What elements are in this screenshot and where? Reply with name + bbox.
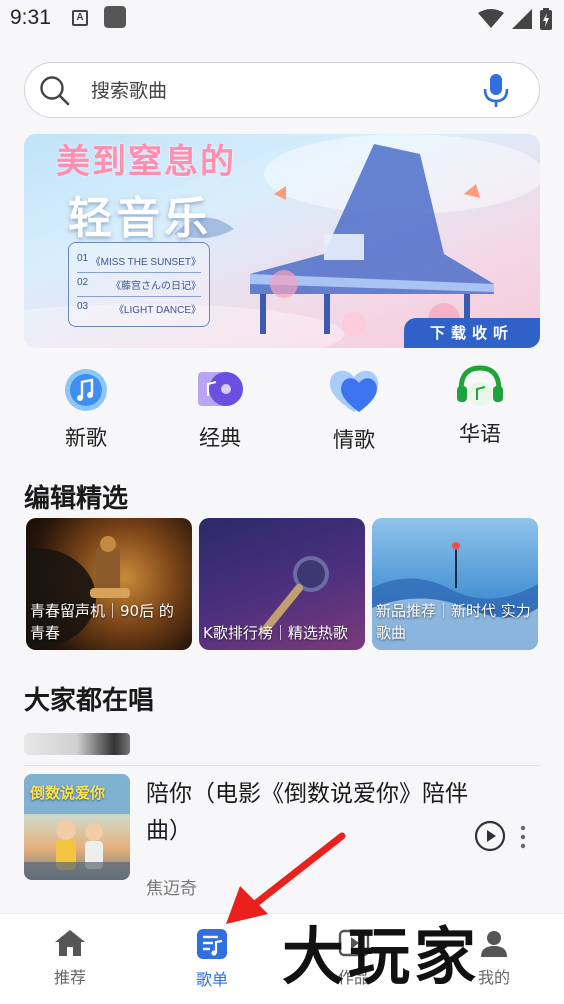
- search-input[interactable]: [91, 77, 451, 105]
- song-cover-text: 倒数说爱你: [30, 784, 106, 802]
- playlist-card[interactable]: 新品推荐｜新时代 实力歌曲: [372, 518, 538, 650]
- editor-picks-title: 编辑精选: [24, 484, 129, 514]
- editor-picks-list: 青春留声机｜90后 的青春 K歌排行榜｜精选热歌 新品推荐｜新时代 实力歌曲: [24, 518, 540, 652]
- nav-tab-recommend[interactable]: 推荐: [30, 928, 110, 988]
- battery-icon: [540, 8, 552, 30]
- banner-subtitle: 轻音乐: [68, 193, 212, 244]
- vinyl-icon: [198, 372, 243, 406]
- status-time: 9:31: [10, 6, 51, 29]
- song-cover: 倒数说爱你: [24, 774, 130, 880]
- banner-track-list: 01 《MISS THE SUNSET》 02 《藤宫さんの日记》 03 《LIGHT…: [68, 242, 210, 327]
- banner-title: 美到窒息的: [56, 142, 236, 182]
- status-bar: 9:31 A: [0, 0, 564, 40]
- category-classic[interactable]: 经典: [170, 366, 270, 452]
- everyone-singing-title: 大家都在唱: [24, 686, 155, 716]
- category-shortcuts: 新歌 经典 情歌 华语: [24, 365, 540, 456]
- keyboard-indicator-icon: A: [72, 10, 88, 26]
- microphone-icon[interactable]: [483, 74, 509, 108]
- nav-label: 歌单: [195, 970, 228, 989]
- category-label: 华语: [459, 422, 501, 446]
- category-love-songs[interactable]: 情歌: [304, 366, 404, 454]
- track-row: 02 《藤宫さんの日记》: [77, 273, 201, 297]
- track-row: 03 《LIGHT DANCE》: [77, 301, 201, 316]
- playlist-card-caption: 青春留声机｜90后 的青春: [30, 602, 174, 642]
- notification-icon: [104, 6, 126, 28]
- search-bar[interactable]: [24, 62, 540, 118]
- watermark-text: 大玩家: [282, 920, 481, 993]
- search-icon: [40, 76, 70, 106]
- status-icons: [478, 8, 552, 30]
- music-note-icon: [65, 369, 107, 411]
- category-label: 经典: [199, 426, 241, 450]
- category-new-songs[interactable]: 新歌: [36, 366, 136, 452]
- previous-song-cover[interactable]: [24, 733, 130, 755]
- promo-banner[interactable]: 美到窒息的 轻音乐 01 《MISS THE SUNSET》 02 《藤宫さんの日记…: [24, 134, 540, 348]
- headphones-icon: [457, 365, 503, 406]
- wifi-icon: [478, 9, 504, 28]
- nav-tab-playlist[interactable]: 歌单: [172, 928, 252, 990]
- song-artist: 焦迈奇: [146, 879, 197, 899]
- play-icon[interactable]: [474, 820, 506, 852]
- playlist-card-caption: 新品推荐｜新时代 实力歌曲: [376, 602, 531, 642]
- playlist-icon: [197, 929, 227, 959]
- heart-icon: [329, 370, 379, 412]
- playlist-card-caption: K歌排行榜｜精选热歌: [203, 624, 348, 642]
- category-mandarin[interactable]: 华语: [430, 362, 530, 448]
- nav-label: 推荐: [53, 968, 86, 987]
- track-row: 01 《MISS THE SUNSET》: [77, 249, 201, 273]
- playlist-card[interactable]: 青春留声机｜90后 的青春: [26, 518, 192, 650]
- more-options-icon[interactable]: [518, 824, 528, 850]
- playlist-card[interactable]: K歌排行榜｜精选热歌: [199, 518, 365, 650]
- category-label: 情歌: [333, 428, 375, 452]
- download-listen-button[interactable]: 下载收听: [404, 318, 540, 348]
- category-label: 新歌: [65, 426, 107, 450]
- home-icon: [55, 930, 85, 956]
- divider: [24, 765, 540, 766]
- signal-icon: [512, 9, 532, 29]
- profile-icon: [481, 931, 507, 957]
